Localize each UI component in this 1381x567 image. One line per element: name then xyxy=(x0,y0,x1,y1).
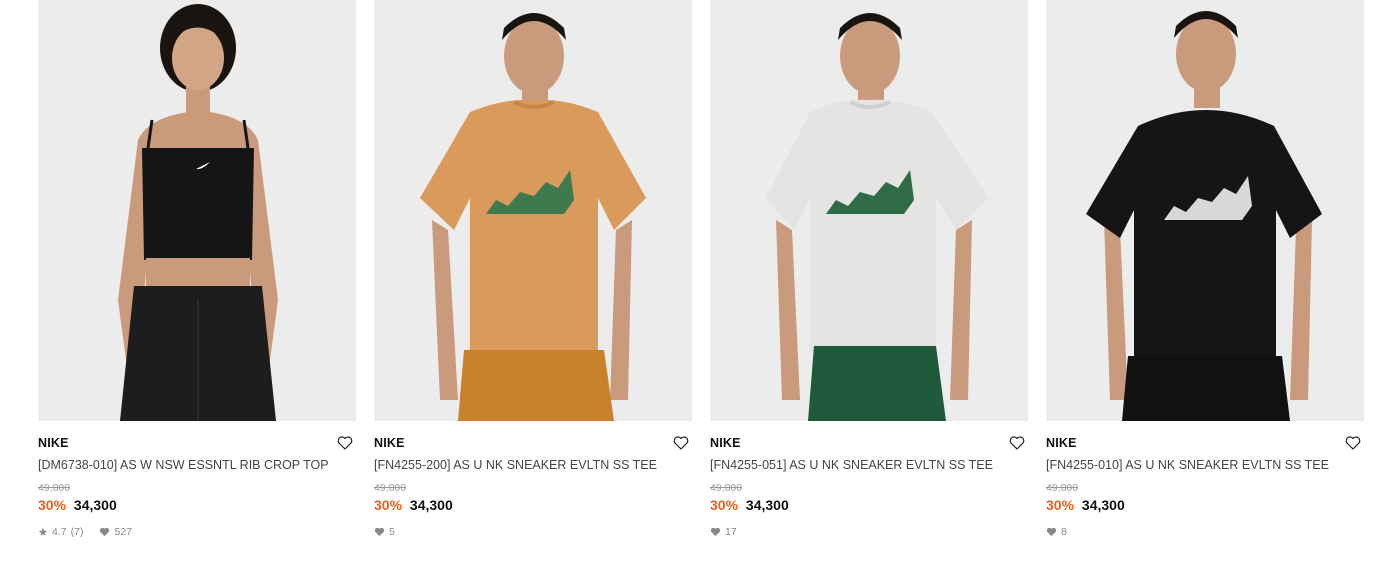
rating-value: 4.7 xyxy=(52,526,67,538)
product-name[interactable]: [FN4255-051] AS U NK SNEAKER EVLTN SS TE… xyxy=(710,458,1028,472)
product-name[interactable]: [DM6738-010] AS W NSW ESSNTL RIB CROP TO… xyxy=(38,458,356,472)
price-row: 30% 34,300 xyxy=(710,497,1028,513)
product-image[interactable] xyxy=(710,0,1028,421)
heart-icon xyxy=(710,527,721,537)
brand-row: NIKE xyxy=(38,435,356,451)
original-price: 49,000 xyxy=(710,482,743,494)
brand-row: NIKE xyxy=(1046,435,1364,451)
product-card[interactable]: NIKE [FN4255-010] AS U NK SNEAKER EVLTN … xyxy=(1046,0,1364,538)
sale-price: 34,300 xyxy=(745,497,789,513)
sale-price: 34,300 xyxy=(1081,497,1125,513)
brand-name[interactable]: NIKE xyxy=(1046,436,1077,450)
heart-icon xyxy=(100,527,110,537)
product-meta: 17 xyxy=(710,526,1028,538)
discount-rate: 30% xyxy=(374,497,403,513)
product-name[interactable]: [FN4255-010] AS U NK SNEAKER EVLTN SS TE… xyxy=(1046,458,1364,472)
brand-row: NIKE xyxy=(710,435,1028,451)
discount-rate: 30% xyxy=(710,497,739,513)
brand-name[interactable]: NIKE xyxy=(38,436,69,450)
sale-price: 34,300 xyxy=(409,497,453,513)
price-row: 30% 34,300 xyxy=(1046,497,1364,513)
original-price: 49,000 xyxy=(38,482,71,494)
heart-icon[interactable] xyxy=(1008,434,1026,452)
product-card[interactable]: NIKE [FN4255-051] AS U NK SNEAKER EVLTN … xyxy=(710,0,1028,538)
star-icon xyxy=(38,527,48,536)
like-count: 5 xyxy=(389,526,395,538)
original-price: 49,000 xyxy=(1046,482,1079,494)
product-meta: 4.7 (7) 527 xyxy=(38,526,356,538)
brand-name[interactable]: NIKE xyxy=(710,436,741,450)
heart-icon[interactable] xyxy=(336,434,354,452)
product-meta: 8 xyxy=(1046,526,1364,538)
brand-row: NIKE xyxy=(374,435,692,451)
heart-icon xyxy=(1046,527,1057,537)
sale-price: 34,300 xyxy=(73,497,117,513)
like-count: 8 xyxy=(1061,526,1067,538)
discount-rate: 30% xyxy=(38,497,67,513)
review-count: (7) xyxy=(70,526,84,538)
brand-name[interactable]: NIKE xyxy=(374,436,405,450)
product-image[interactable] xyxy=(374,0,692,421)
original-price: 49,000 xyxy=(374,482,407,494)
product-card[interactable]: NIKE [FN4255-200] AS U NK SNEAKER EVLTN … xyxy=(374,0,692,538)
heart-icon[interactable] xyxy=(1344,434,1362,452)
product-image[interactable] xyxy=(38,0,356,421)
heart-icon[interactable] xyxy=(672,434,690,452)
product-name[interactable]: [FN4255-200] AS U NK SNEAKER EVLTN SS TE… xyxy=(374,458,692,472)
price-row: 30% 34,300 xyxy=(374,497,692,513)
like-count: 17 xyxy=(725,526,737,538)
product-meta: 5 xyxy=(374,526,692,538)
price-row: 30% 34,300 xyxy=(38,497,356,513)
product-image[interactable] xyxy=(1046,0,1364,421)
product-card[interactable]: NIKE [DM6738-010] AS W NSW ESSNTL RIB CR… xyxy=(38,0,356,538)
discount-rate: 30% xyxy=(1046,497,1075,513)
heart-icon xyxy=(374,527,385,537)
product-grid: NIKE [DM6738-010] AS W NSW ESSNTL RIB CR… xyxy=(38,0,1364,538)
like-count: 527 xyxy=(114,526,132,538)
